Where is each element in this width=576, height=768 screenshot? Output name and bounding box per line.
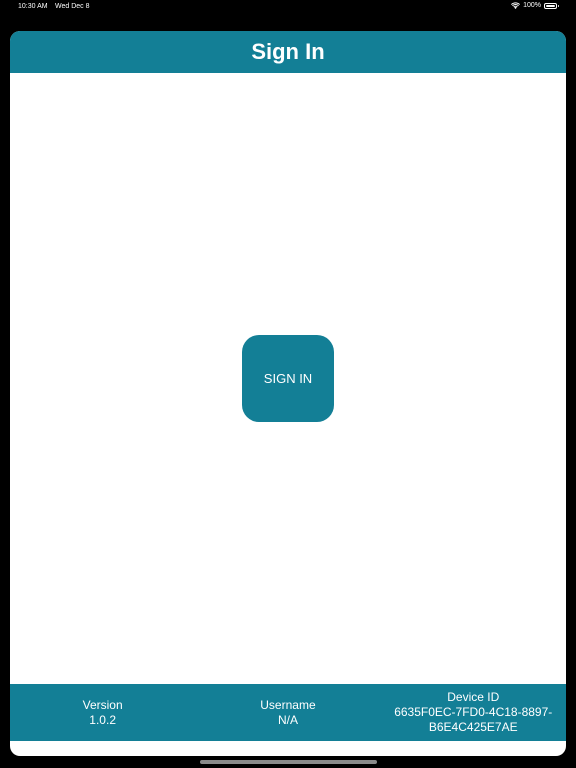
battery-nub: [557, 5, 559, 7]
device-id-value-line2: B6E4C425E7AE: [428, 720, 518, 734]
status-bar: 10:30 AM Wed Dec 8 100%: [0, 0, 576, 14]
battery-icon: [544, 2, 559, 9]
version-info: Version 1.0.2: [10, 698, 195, 728]
status-date: Wed Dec 8: [55, 3, 90, 10]
device-id-label: Device ID: [447, 690, 500, 704]
status-right: 100%: [511, 2, 559, 9]
nav-bar: Sign In: [10, 31, 566, 73]
device-id-value-line1: 6635F0EC-7FD0-4C18-8897-: [394, 705, 553, 719]
version-label: Version: [82, 697, 123, 712]
battery-percent: 100%: [523, 2, 541, 9]
home-indicator[interactable]: [200, 760, 377, 764]
modal-sheet: Sign In SIGN IN Version 1.0.2 Username N…: [10, 31, 566, 756]
battery-fill: [546, 4, 555, 7]
wifi-icon: [511, 2, 521, 9]
version-value: 1.0.2: [89, 712, 116, 727]
info-footer: Version 1.0.2 Username N/A Device ID 663…: [10, 684, 566, 741]
username-label: Username: [260, 697, 316, 712]
sign-in-button[interactable]: SIGN IN: [242, 335, 334, 422]
screen: 10:30 AM Wed Dec 8 100% Sign In SIGN IN …: [0, 0, 576, 768]
username-value: N/A: [277, 712, 298, 727]
main-content: SIGN IN: [10, 73, 566, 684]
device-id-info: Device ID 6635F0EC-7FD0-4C18-8897- B6E4C…: [381, 690, 566, 735]
username-info: Username N/A: [195, 698, 380, 728]
status-time: 10:30 AM: [18, 3, 48, 10]
page-title: Sign In: [251, 39, 325, 64]
